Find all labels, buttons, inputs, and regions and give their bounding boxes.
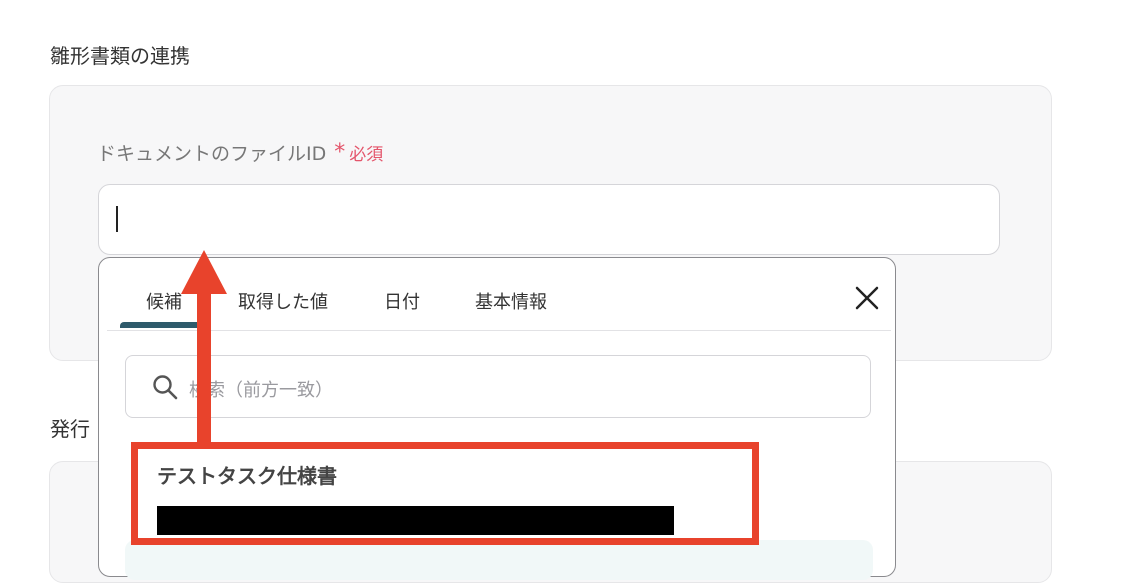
tab-basic-info[interactable]: 基本情報 [475, 288, 547, 314]
tab-retrieved-values[interactable]: 取得した値 [238, 288, 328, 314]
annotation-highlight-box [131, 442, 759, 545]
required-asterisk: * [334, 139, 346, 165]
required-indicator: * 必須 [334, 140, 383, 165]
file-id-input[interactable] [98, 184, 1000, 255]
annotation-arrow [181, 250, 227, 446]
search-input[interactable]: 検索（前方一致） [125, 355, 871, 418]
close-icon[interactable] [853, 284, 881, 312]
section-title-issue: 発行 [50, 417, 90, 441]
tab-date[interactable]: 日付 [384, 288, 420, 314]
list-item-next[interactable] [125, 540, 873, 580]
section-title-template-link: 雛形書類の連携 [50, 44, 190, 68]
field-label: ドキュメントのファイルID * 必須 [97, 139, 383, 166]
text-caret [116, 206, 118, 232]
field-label-text: ドキュメントのファイルID [97, 143, 327, 165]
required-text: 必須 [349, 145, 384, 165]
